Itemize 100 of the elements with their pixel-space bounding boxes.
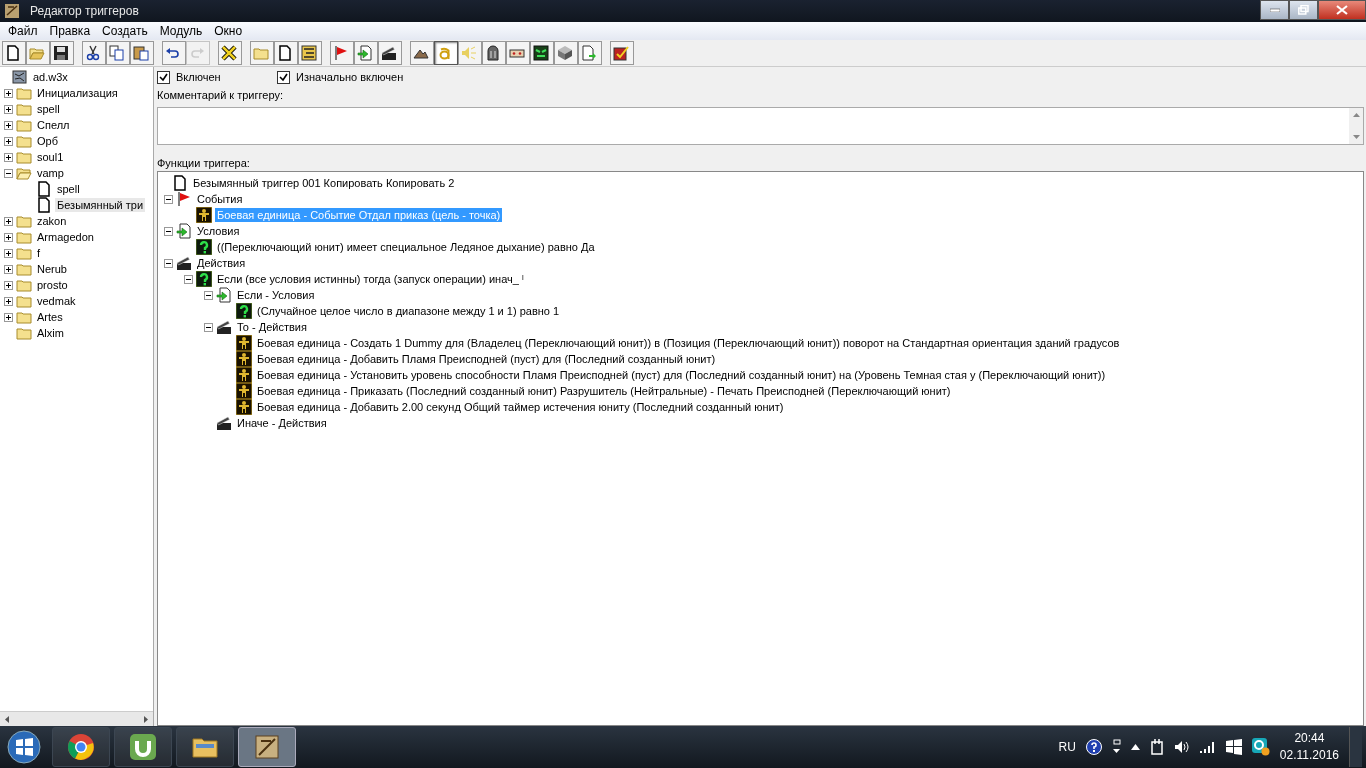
- tree-item[interactable]: Безымянный три: [55, 198, 146, 212]
- toolbar-button[interactable]: [50, 41, 74, 65]
- left-arrow-icon[interactable]: [5, 715, 9, 723]
- help-icon[interactable]: [1085, 739, 1102, 755]
- clock-date[interactable]: 02.11.2016: [1279, 747, 1339, 764]
- tree-item[interactable]: Armagedon: [35, 230, 96, 244]
- expand-icon[interactable]: [4, 216, 13, 226]
- expand-icon[interactable]: [4, 152, 13, 162]
- windows-logo-icon[interactable]: [1225, 739, 1242, 755]
- tree-item[interactable]: zakon: [35, 214, 69, 228]
- toolbar-button[interactable]: [530, 41, 554, 65]
- tree-item[interactable]: Artes: [35, 310, 65, 324]
- toolbar-button[interactable]: [378, 41, 402, 65]
- power-plug-icon[interactable]: [1149, 739, 1164, 755]
- toolbar-button[interactable]: [410, 41, 434, 65]
- toolbar-button[interactable]: [274, 41, 298, 65]
- collapse-icon[interactable]: [184, 274, 193, 284]
- tree-item[interactable]: f: [35, 246, 43, 260]
- tree-item[interactable]: Орб: [35, 134, 60, 148]
- toolbar-button[interactable]: [482, 41, 506, 65]
- menu-item[interactable]: Правка: [43, 24, 97, 38]
- expand-icon[interactable]: [4, 120, 13, 130]
- clipboard-icon: [132, 45, 149, 61]
- toolbar-button[interactable]: [610, 41, 634, 65]
- tree-item[interactable]: soul1: [35, 150, 66, 164]
- restore-button[interactable]: [1289, 0, 1318, 20]
- tree-item[interactable]: ad.w3x: [31, 70, 70, 84]
- tree-item[interactable]: prosto: [35, 278, 70, 292]
- collapse-icon[interactable]: [164, 258, 173, 268]
- expand-icon[interactable]: [4, 264, 13, 274]
- tree-item[interactable]: spell: [55, 182, 82, 196]
- toolbar-button[interactable]: [218, 41, 242, 65]
- up-arrow-icon[interactable]: [1352, 113, 1360, 117]
- signal-icon[interactable]: [1199, 741, 1216, 753]
- tree-item[interactable]: Если - Условия: [235, 288, 317, 302]
- taskbar-app[interactable]: [114, 727, 172, 767]
- collapse-icon[interactable]: [204, 322, 213, 332]
- tree-item[interactable]: (Случайное целое число в диапазоне между 1 и 1) равно 1: [255, 304, 562, 318]
- tree-item[interactable]: Иначе - Действия: [235, 416, 329, 430]
- tree-item[interactable]: vamp: [35, 166, 66, 180]
- expand-icon[interactable]: [4, 296, 13, 306]
- tree-item[interactable]: Боевая единица - Приказать (Последний созданный юнит) Разрушитель (Нейтральные) - Печать Преисподней (Переключающий юнит): [255, 384, 953, 398]
- tree-item[interactable]: Спелл: [35, 118, 72, 132]
- close-button[interactable]: [1318, 0, 1366, 20]
- language-indicator[interactable]: RU: [1058, 740, 1076, 754]
- question-icon: [196, 271, 212, 287]
- horizontal-scrollbar[interactable]: [0, 711, 153, 726]
- tree-item[interactable]: vedmak: [35, 294, 78, 308]
- expand-icon[interactable]: [4, 248, 13, 258]
- menu-item[interactable]: Создать: [96, 24, 154, 38]
- taskbar-app[interactable]: [176, 727, 234, 767]
- browser-icon: [67, 733, 95, 761]
- tree-item[interactable]: Условия: [195, 224, 242, 238]
- expand-icon[interactable]: [4, 232, 13, 242]
- toolbar-button[interactable]: [554, 41, 578, 65]
- collapse-icon[interactable]: [164, 194, 173, 204]
- comment-field[interactable]: [157, 107, 1364, 145]
- caret-up-icon[interactable]: [1130, 744, 1140, 750]
- taskbar-app[interactable]: [52, 727, 110, 767]
- checkbox[interactable]: [157, 70, 170, 84]
- collapse-icon[interactable]: [204, 290, 213, 300]
- menu-item[interactable]: Окно: [208, 24, 249, 38]
- tree-item[interactable]: То - Действия: [235, 320, 309, 334]
- tree-item[interactable]: Nerub: [35, 262, 69, 276]
- clock-time[interactable]: 20:44: [1294, 730, 1325, 747]
- expand-icon[interactable]: [4, 280, 13, 290]
- toolbar-button[interactable]: [2, 41, 26, 65]
- tree-item[interactable]: Безымянный триггер 001 Копировать Копировать 2: [191, 176, 457, 190]
- right-arrow-icon[interactable]: [144, 715, 148, 723]
- tree-item[interactable]: spell: [35, 102, 62, 116]
- menu-item[interactable]: Файл: [2, 24, 44, 38]
- minimize-button[interactable]: [1260, 0, 1289, 20]
- toolbar-button[interactable]: [162, 41, 186, 65]
- tree-item[interactable]: События: [195, 192, 245, 206]
- tree-item[interactable]: Alxim: [35, 326, 66, 340]
- menu-item[interactable]: Модуль: [153, 24, 209, 38]
- speaker-icon[interactable]: [1173, 740, 1190, 754]
- toolbar-button[interactable]: [434, 41, 458, 65]
- expand-icon[interactable]: [4, 312, 13, 322]
- tree-item[interactable]: Боевая единица - Создать 1 Dummy для (Владелец (Переключающий юнит)) в (Позиция (Переключающий юнит)) поворот на Стандартная ориентация зданий градусов: [255, 336, 1122, 350]
- tree-item[interactable]: Действия: [195, 256, 248, 270]
- tree-item[interactable]: Если (все условия истинны) тогда (запуск операции) инач_ ˡ: [215, 272, 526, 286]
- antivirus-icon[interactable]: [1251, 738, 1270, 756]
- expand-icon[interactable]: [4, 136, 13, 146]
- scroll-icon: [4, 3, 20, 19]
- collapse-icon[interactable]: [164, 226, 173, 236]
- redo-icon: [188, 45, 205, 61]
- tree-item[interactable]: Инициализация: [35, 86, 120, 100]
- down-arrow-icon[interactable]: [1352, 135, 1360, 139]
- tree-item[interactable]: Боевая единица - Добавить Пламя Преисподней (пуст) для (Последний созданный юнит): [255, 352, 718, 366]
- expand-icon[interactable]: [4, 104, 13, 114]
- collapse-icon[interactable]: [4, 168, 13, 178]
- tree-item[interactable]: Боевая единица - Добавить 2.00 секунд Общий таймер истечения юниту (Последний созданный юнит): [255, 400, 786, 414]
- tree-item[interactable]: ((Переключающий юнит) имеет специальное Ледяное дыхание) равно Да: [215, 240, 597, 254]
- toolbar-button[interactable]: [82, 41, 106, 65]
- expand-icon[interactable]: [4, 88, 13, 98]
- toolbar-button[interactable]: [298, 41, 322, 65]
- network-icon[interactable]: [1111, 739, 1121, 755]
- checkbox[interactable]: [277, 70, 290, 84]
- tree-item[interactable]: Боевая единица - Установить уровень способности Пламя Преисподней (пуст) для (Последний созданный юнит) на (Уровень Темная стая у (Переключающий юнит)): [255, 368, 1108, 382]
